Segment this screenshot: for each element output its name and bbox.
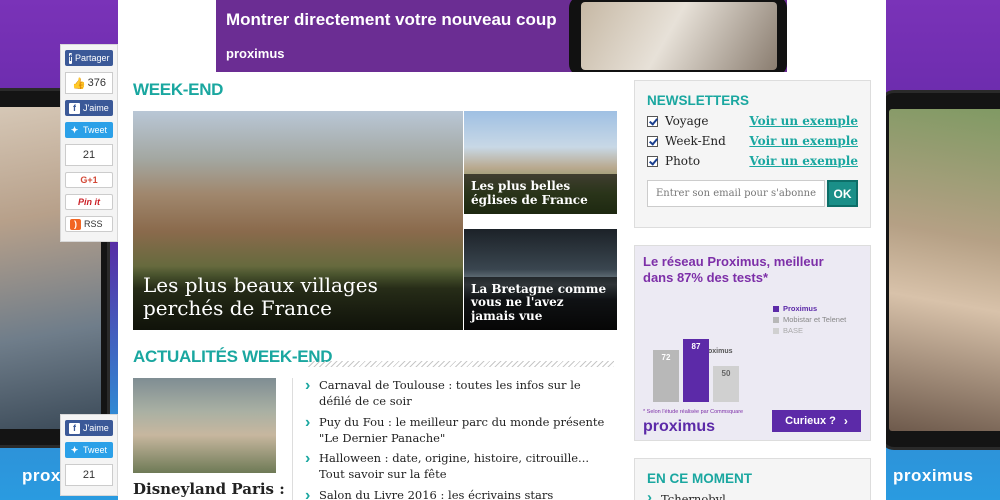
rss-label: RSS <box>84 219 103 229</box>
facebook-like-button[interactable]: f J'aime <box>65 420 113 436</box>
phone-image <box>885 90 1000 450</box>
top-banner-ad[interactable]: Montrer directement votre nouveau coup p… <box>216 0 787 72</box>
weekend-tile-bretagne[interactable]: La Bretagne comme vous ne l'avez jamais … <box>464 229 617 330</box>
actualites-section-title[interactable]: ACTUALITÉS WEEK-END <box>133 347 333 367</box>
newsletter-label: Photo <box>665 154 701 168</box>
promo-bar-chart: proximus 72 87 50 <box>653 302 773 402</box>
like-label: J'aime <box>83 423 109 433</box>
newsletter-example-link[interactable]: Voir un exemple <box>749 114 858 128</box>
newsletter-label: Week-End <box>665 134 726 148</box>
newsletter-example-link[interactable]: Voir un exemple <box>749 154 858 168</box>
tweet-count: 21 <box>65 464 113 486</box>
curieux-button[interactable]: Curieux ? › <box>772 410 861 432</box>
section-divider <box>308 361 614 367</box>
subscribe-button[interactable]: OK <box>827 180 858 207</box>
share-sidebar-bottom: f J'aime ✦ Tweet 21 <box>60 414 118 496</box>
weekend-section-title[interactable]: WEEK-END <box>133 80 223 100</box>
facebook-icon: f <box>69 52 72 64</box>
proximus-promo-ad[interactable]: Le réseau Proximus, meilleur dans 87% de… <box>634 245 871 441</box>
moment-item[interactable]: Tchernobyl <box>647 489 858 500</box>
newsletter-row-photo: Photo Voir un exemple <box>647 154 858 168</box>
right-skin-ad[interactable]: proximus <box>885 0 1000 500</box>
ad-phone-image <box>569 0 787 72</box>
facebook-like-button[interactable]: f J'aime <box>65 100 113 116</box>
ad-headline: Montrer directement votre nouveau coup <box>226 10 557 29</box>
en-ce-moment-box: EN CE MOMENT Tchernobyl <box>634 458 871 500</box>
tweet-button[interactable]: ✦ Tweet <box>65 442 113 458</box>
promo-footnote: * Selon l'étude réalisée par Commsquare <box>643 409 744 415</box>
like-count: 👍 376 <box>65 72 113 94</box>
twitter-icon: ✦ <box>70 444 79 455</box>
news-column-divider <box>292 378 293 500</box>
newsletter-checkbox[interactable] <box>647 155 658 167</box>
promo-bar: 72 <box>653 350 679 402</box>
news-list: Carnaval de Toulouse : toutes les infos … <box>305 375 605 500</box>
tweet-label: Tweet <box>83 125 108 135</box>
promo-logo: proximus <box>643 418 716 435</box>
chevron-right-icon: › <box>843 414 848 428</box>
pinterest-button[interactable]: Pin it <box>65 194 113 210</box>
news-item[interactable]: Puy du Fou : le meilleur parc du monde p… <box>305 412 605 447</box>
newsletter-example-link[interactable]: Voir un exemple <box>749 134 858 148</box>
newsletter-form: OK <box>647 180 858 207</box>
tweet-count: 21 <box>65 144 113 166</box>
facebook-share-button[interactable]: f Partager <box>65 50 113 66</box>
featured-news-image[interactable] <box>133 378 276 473</box>
promo-bar: 50 <box>713 366 739 402</box>
facebook-icon: f <box>69 422 80 434</box>
news-item[interactable]: Halloween : date, origine, histoire, cit… <box>305 448 605 483</box>
main-content: Montrer directement votre nouveau coup p… <box>118 0 886 500</box>
skin-logo-right: proximus <box>893 466 974 485</box>
twitter-icon: ✦ <box>70 124 79 135</box>
promo-bar: 87 <box>683 339 709 402</box>
newsletter-checkbox[interactable] <box>647 135 658 147</box>
legend-item: Mobistar et Telenet <box>783 315 847 324</box>
rss-button[interactable]: ) RSS <box>65 216 113 232</box>
email-input[interactable] <box>647 180 825 207</box>
news-item[interactable]: Carnaval de Toulouse : toutes les infos … <box>305 375 605 410</box>
legend-swatch <box>773 327 779 334</box>
newsletter-label: Voyage <box>665 114 709 128</box>
ad-logo: proximus <box>226 46 285 61</box>
tile-caption: Les plus beaux villages perchés de Franc… <box>133 266 463 330</box>
share-label: Partager <box>75 53 110 63</box>
thumbs-up-icon: 👍 <box>71 77 86 90</box>
tile-caption: La Bretagne comme vous ne l'avez jamais … <box>464 276 617 330</box>
legend-swatch <box>773 305 779 312</box>
newsletter-row-voyage: Voyage Voir un exemple <box>647 114 858 128</box>
tweet-label: Tweet <box>83 445 108 455</box>
like-label: J'aime <box>83 103 109 113</box>
newsletter-row-weekend: Week-End Voir un exemple <box>647 134 858 148</box>
newsletter-checkbox[interactable] <box>647 115 658 127</box>
promo-legend: Proximus Mobistar et Telenet BASE <box>773 304 846 337</box>
weekend-tile-villages[interactable]: Les plus beaux villages perchés de Franc… <box>133 111 463 330</box>
news-item[interactable]: Salon du Livre 2016 : les écrivains star… <box>305 485 605 500</box>
rss-icon: ) <box>70 218 81 230</box>
newsletters-title: NEWSLETTERS <box>647 93 750 108</box>
gplus-button[interactable]: G+1 <box>65 172 113 188</box>
curieux-label: Curieux ? <box>785 415 836 427</box>
legend-item: BASE <box>783 326 804 335</box>
tweet-button[interactable]: ✦ Tweet <box>65 122 113 138</box>
en-ce-moment-title: EN CE MOMENT <box>647 471 753 486</box>
weekend-tile-eglises[interactable]: Les plus belles églises de France <box>464 111 617 214</box>
promo-headline: Le réseau Proximus, meilleur dans 87% de… <box>643 254 824 286</box>
like-count-value: 376 <box>87 77 107 89</box>
featured-news-title[interactable]: Disneyland Paris : <box>133 480 285 498</box>
tile-caption: Les plus belles églises de France <box>464 174 617 214</box>
facebook-icon: f <box>69 102 80 114</box>
legend-swatch <box>773 316 779 323</box>
legend-item: Proximus <box>783 304 818 313</box>
newsletters-box: NEWSLETTERS Voyage Voir un exemple Week-… <box>634 80 871 228</box>
share-sidebar: f Partager 👍 376 f J'aime ✦ Tweet 21 G+1 Pin… <box>60 44 118 242</box>
